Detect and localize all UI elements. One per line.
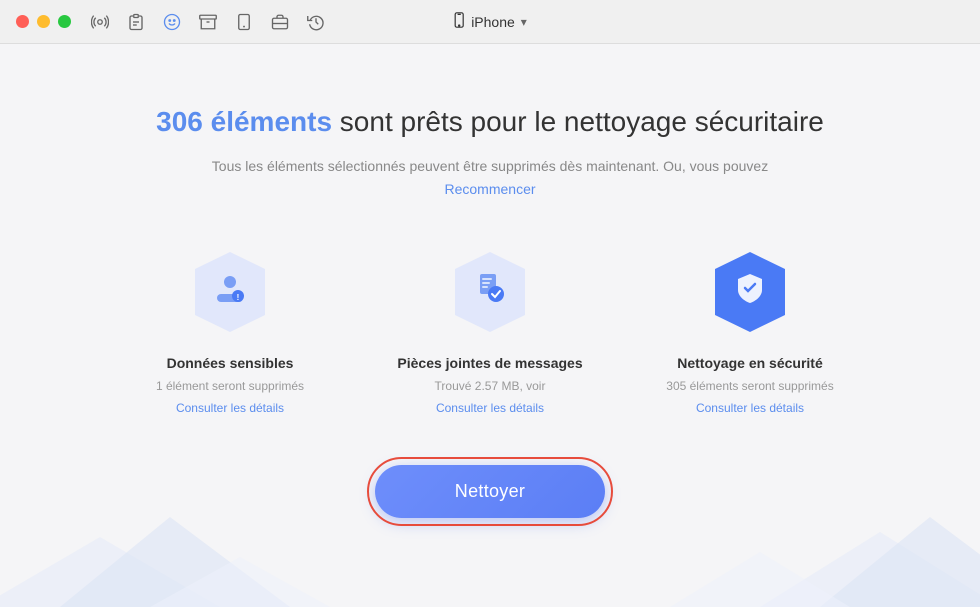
card-security-clean: Nettoyage en sécurité 305 éléments seron…: [650, 247, 850, 415]
headline: 306 éléments sont prêts pour le nettoyag…: [156, 104, 824, 140]
clipboard-icon[interactable]: [127, 13, 145, 31]
card-icon-messages: [445, 247, 535, 337]
card-desc-security: 305 éléments seront supprimés: [666, 377, 833, 395]
card-link-sensitive[interactable]: Consulter les détails: [176, 401, 284, 415]
headline-rest: sont prêts pour le nettoyage sécuritaire: [332, 106, 824, 137]
card-desc-sensitive: 1 élément seront supprimés: [156, 377, 304, 395]
recommencer-link[interactable]: Recommencer: [444, 181, 535, 197]
card-icon-sensitive: !: [185, 247, 275, 337]
person-icon: !: [212, 270, 248, 314]
device-name: iPhone: [471, 14, 515, 30]
device-selector[interactable]: iPhone ▾: [453, 12, 527, 31]
card-title-security: Nettoyage en sécurité: [677, 355, 823, 371]
document-icon: [472, 270, 508, 314]
shield-icon: [732, 270, 768, 314]
history-icon[interactable]: [307, 13, 325, 31]
iphone-icon: [453, 12, 465, 31]
card-icon-security: [705, 247, 795, 337]
chevron-down-icon: ▾: [521, 15, 527, 29]
main-content: 306 éléments sont prêts pour le nettoyag…: [0, 44, 980, 538]
svg-text:!: !: [237, 293, 240, 302]
clean-button-wrap: Nettoyer: [375, 465, 605, 518]
card-title-sensitive: Données sensibles: [167, 355, 294, 371]
window-controls: [16, 15, 71, 28]
toolbar-icons: [91, 13, 325, 31]
podcast-icon[interactable]: [91, 13, 109, 31]
archive-icon[interactable]: [199, 13, 217, 31]
maximize-button[interactable]: [58, 15, 71, 28]
briefcase-icon[interactable]: [271, 13, 289, 31]
tablet-icon[interactable]: [235, 13, 253, 31]
headline-count: 306 éléments: [156, 106, 332, 137]
minimize-button[interactable]: [37, 15, 50, 28]
titlebar: iPhone ▾: [0, 0, 980, 44]
subtitle-text: Tous les éléments sélectionnés peuvent ê…: [212, 156, 768, 177]
card-message-attachments: Pièces jointes de messages Trouvé 2.57 M…: [390, 247, 590, 415]
card-link-security[interactable]: Consulter les détails: [696, 401, 804, 415]
card-title-messages: Pièces jointes de messages: [397, 355, 582, 371]
clean-button-border: [367, 457, 613, 526]
card-desc-messages: Trouvé 2.57 MB, voir: [435, 377, 546, 395]
face-icon[interactable]: [163, 13, 181, 31]
close-button[interactable]: [16, 15, 29, 28]
cards-row: ! Données sensibles 1 élément seront sup…: [130, 247, 850, 415]
card-link-messages[interactable]: Consulter les détails: [436, 401, 544, 415]
card-sensitive-data: ! Données sensibles 1 élément seront sup…: [130, 247, 330, 415]
